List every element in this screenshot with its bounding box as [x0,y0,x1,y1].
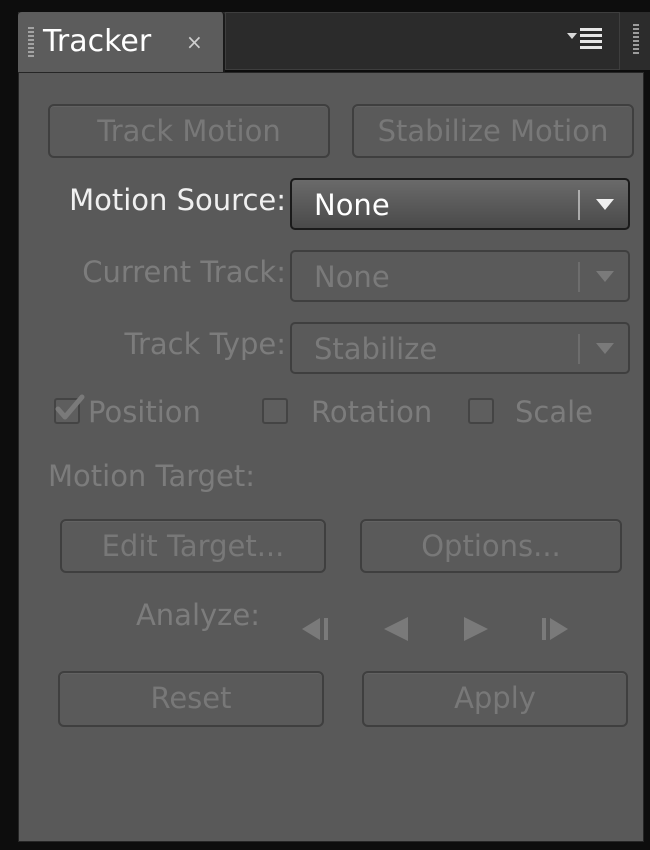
track-type-value: Stabilize [314,332,438,366]
rotation-checkbox[interactable] [262,398,288,424]
motion-source-value: None [314,188,390,222]
current-track-label: Current Track: [82,255,286,289]
scale-checkbox-label: Scale [515,395,594,429]
tab-title: Tracker [43,24,152,59]
reset-button[interactable]: Reset [58,671,324,727]
chevron-down-icon [596,271,614,282]
motion-target-label: Motion Target: [48,459,256,493]
play-backward-icon[interactable] [376,614,416,644]
scale-checkbox[interactable] [468,398,494,424]
close-icon[interactable]: × [186,26,203,58]
tab-tracker[interactable]: Tracker × [18,12,225,72]
checkmark-icon [55,394,85,420]
position-checkbox[interactable] [54,394,85,424]
panel-grip-icon[interactable] [633,24,639,56]
chevron-down-icon [596,343,614,354]
motion-source-dropdown[interactable]: None [290,178,630,230]
chevron-down-icon [596,199,614,210]
rotation-checkbox-label: Rotation [311,395,433,429]
motion-source-label: Motion Source: [69,183,286,217]
track-type-dropdown[interactable]: Stabilize [290,322,630,374]
dropdown-separator [578,334,580,364]
step-backward-icon[interactable] [294,614,334,644]
dropdown-separator [578,190,580,220]
current-track-value: None [314,260,390,294]
options-button[interactable]: Options... [360,519,622,573]
track-type-label: Track Type: [124,327,286,361]
window-frame: Tracker × Track Motion Stabilize Motion … [0,0,650,850]
step-forward-icon[interactable] [536,614,576,644]
panel-menu-icon[interactable] [565,24,605,50]
analyze-label: Analyze: [135,598,260,632]
edit-target-button[interactable]: Edit Target... [60,519,326,573]
track-motion-button[interactable]: Track Motion [48,104,330,158]
tab-bar-empty-area [225,12,620,70]
panel-grip-icon[interactable] [28,27,34,59]
stabilize-motion-button[interactable]: Stabilize Motion [352,104,634,158]
dropdown-separator [578,262,580,292]
current-track-dropdown[interactable]: None [290,250,630,302]
play-forward-icon[interactable] [456,614,496,644]
apply-button[interactable]: Apply [362,671,628,727]
position-checkbox-label: Position [88,395,201,429]
